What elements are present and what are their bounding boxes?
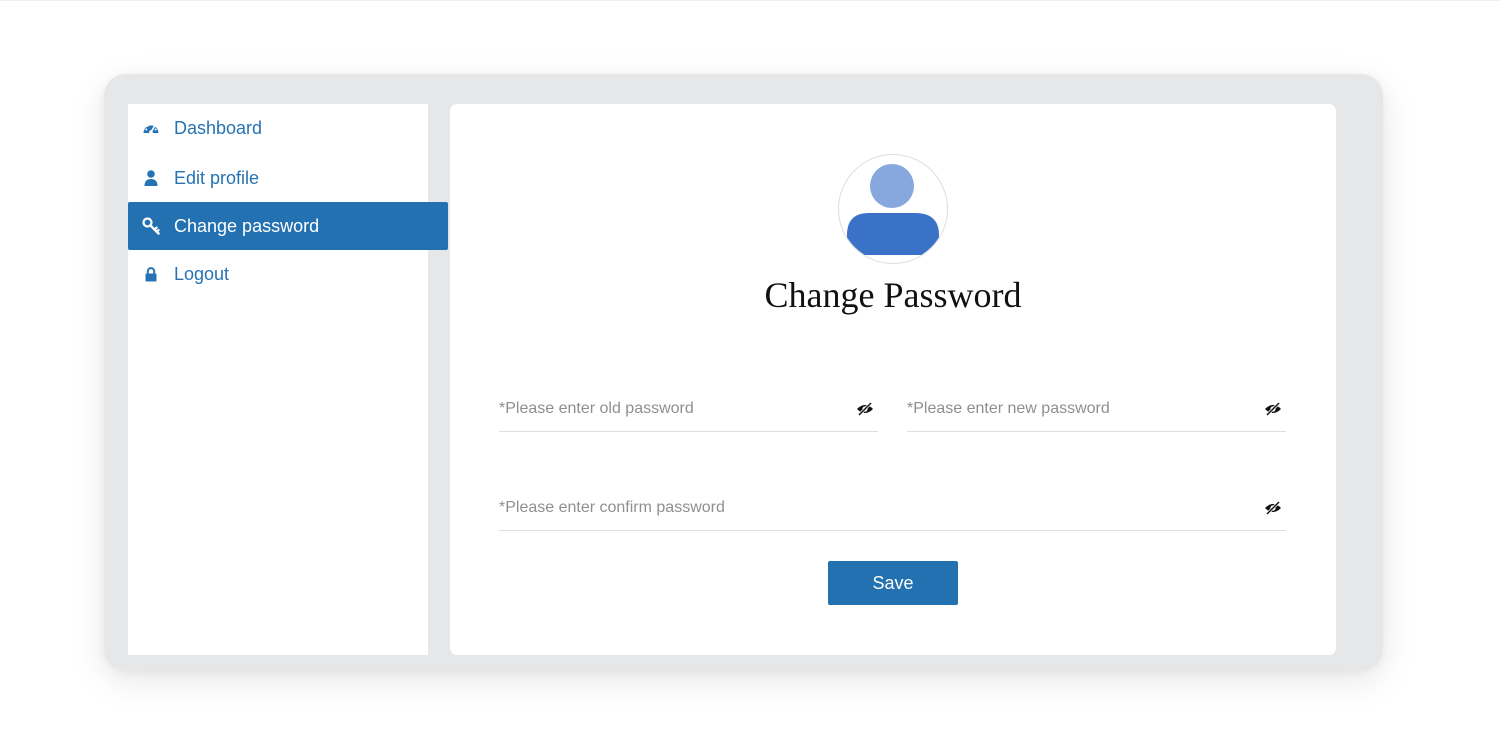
confirm-password-field [499,487,1286,531]
eye-slash-icon[interactable] [856,402,874,416]
eye-slash-icon[interactable] [1264,402,1282,416]
key-icon [128,217,174,235]
old-password-field [499,388,878,432]
change-password-panel: Change Password Save [450,104,1336,655]
new-password-input[interactable] [907,388,1286,430]
sidebar-item-change-password[interactable]: Change password [128,202,448,250]
page-title: Change Password [764,275,1022,315]
avatar [838,154,948,264]
confirm-password-input[interactable] [499,487,1286,529]
new-password-field [907,388,1286,432]
sidebar-item-label: Dashboard [174,117,263,138]
user-avatar-icon [847,164,939,255]
sidebar-item-dashboard[interactable]: Dashboard [128,104,448,152]
sidebar-item-label: Change password [174,215,320,236]
top-divider [0,0,1500,1]
eye-slash-icon[interactable] [1264,501,1282,515]
sidebar-item-logout[interactable]: Logout [128,250,448,298]
save-button[interactable]: Save [828,561,958,605]
sidebar-item-label: Logout [174,263,230,284]
old-password-input[interactable] [499,388,878,430]
sidebar-item-label: Edit profile [174,167,260,188]
sidebar-item-edit-profile[interactable]: Edit profile [128,154,448,202]
user-icon [128,170,174,186]
sidebar: Dashboard Edit profile Change password L… [128,104,448,655]
lock-icon [128,266,174,282]
dashboard-icon [128,120,174,136]
